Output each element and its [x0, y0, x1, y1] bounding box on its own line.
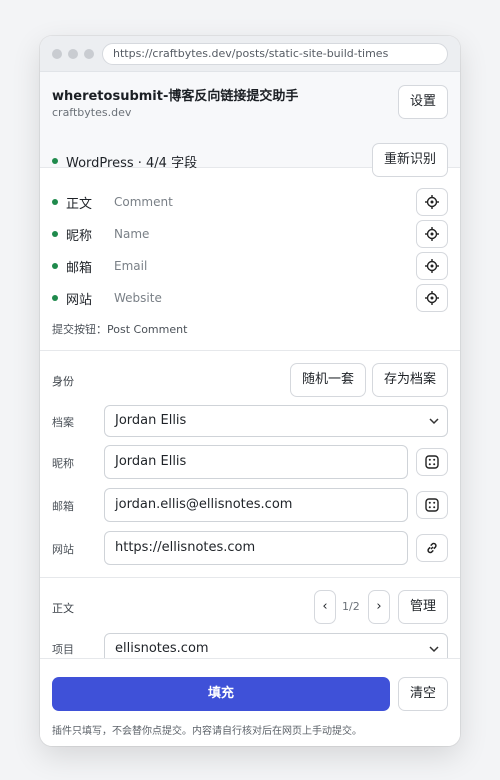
- field-name: 昵称: [66, 229, 93, 244]
- random-email-button[interactable]: [416, 491, 448, 519]
- footer-note: 插件只填写，不会替你点提交。内容请自行核对后在网页上手动提交。: [52, 726, 362, 737]
- locate-field-button[interactable]: [416, 220, 448, 248]
- nickname-input[interactable]: Jordan Ellis: [104, 445, 408, 479]
- field-status-dot: [52, 295, 58, 301]
- browser-titlebar: https://craftbytes.dev/posts/static-site…: [40, 36, 460, 72]
- section-divider: [40, 577, 460, 578]
- app-title: wheretosubmit-博客反向链接提交助手: [52, 89, 299, 104]
- field-status-dot: [52, 263, 58, 269]
- field-status-dot: [52, 199, 58, 205]
- popup-footer: 填充 清空 插件只填写，不会替你点提交。内容请自行核对后在网页上手动提交。: [40, 658, 460, 746]
- locate-field-button[interactable]: [416, 284, 448, 312]
- locate-field-button[interactable]: [416, 188, 448, 216]
- settings-button[interactable]: 设置: [398, 85, 448, 119]
- section-divider: [40, 350, 460, 351]
- profile-select[interactable]: Jordan Ellis: [104, 405, 448, 437]
- window-zoom-dot[interactable]: [84, 49, 94, 59]
- link-icon: [427, 542, 437, 554]
- crosshair-icon: [425, 291, 439, 305]
- crosshair-icon: [425, 259, 439, 273]
- chevron-down-icon: [429, 646, 439, 653]
- address-bar[interactable]: https://craftbytes.dev/posts/static-site…: [102, 43, 448, 65]
- save-profile-button[interactable]: 存为档案: [372, 363, 448, 397]
- dice-icon: [425, 455, 439, 469]
- chevron-down-icon: [429, 418, 439, 425]
- profile-select-value: Jordan Ellis: [115, 413, 187, 428]
- chevron-left-icon: ‹: [322, 599, 328, 614]
- project-select-value: ellisnotes.com: [115, 641, 209, 656]
- field-target: Email: [114, 259, 148, 273]
- status-dot: [52, 158, 58, 164]
- current-domain: craftbytes.dev: [52, 106, 132, 119]
- crosshair-icon: [425, 227, 439, 241]
- website-input[interactable]: https://ellisnotes.com: [104, 531, 408, 565]
- prev-page-button[interactable]: ‹: [314, 590, 336, 624]
- field-name: 邮箱: [66, 261, 93, 276]
- field-name: 网站: [66, 293, 93, 308]
- window-close-dot[interactable]: [52, 49, 62, 59]
- fill-button[interactable]: 填充: [52, 677, 390, 711]
- content-section-label: 正文: [52, 602, 74, 615]
- field-target: Name: [114, 227, 150, 241]
- manage-button[interactable]: 管理: [398, 590, 448, 624]
- page-indicator: 1/2: [342, 600, 360, 613]
- redetect-button[interactable]: 重新识别: [372, 143, 448, 177]
- email-input[interactable]: jordan.ellis@ellisnotes.com: [104, 488, 408, 522]
- random-identity-button[interactable]: 随机一套: [290, 363, 366, 397]
- identity-section-label: 身份: [52, 375, 74, 388]
- crosshair-icon: [425, 195, 439, 209]
- field-name: 正文: [66, 197, 93, 212]
- random-nickname-button[interactable]: [416, 448, 448, 476]
- window-minimize-dot[interactable]: [68, 49, 78, 59]
- dice-icon: [425, 498, 439, 512]
- field-target: Comment: [114, 195, 173, 209]
- field-status-dot: [52, 231, 58, 237]
- chevron-right-icon: ›: [376, 599, 382, 614]
- profile-label: 档案: [52, 416, 74, 429]
- submit-button-info: 提交按钮：Post Comment: [52, 323, 188, 336]
- field-target: Website: [114, 291, 162, 305]
- detection-summary: WordPress · 4/4 字段: [66, 156, 198, 171]
- extension-window: https://craftbytes.dev/posts/static-site…: [40, 36, 460, 746]
- locate-field-button[interactable]: [416, 252, 448, 280]
- clear-button[interactable]: 清空: [398, 677, 448, 711]
- website-link-button[interactable]: [416, 534, 448, 562]
- nickname-label: 昵称: [52, 457, 74, 470]
- website-label: 网站: [52, 543, 74, 556]
- project-label: 项目: [52, 643, 74, 656]
- next-page-button[interactable]: ›: [368, 590, 390, 624]
- email-label: 邮箱: [52, 500, 74, 513]
